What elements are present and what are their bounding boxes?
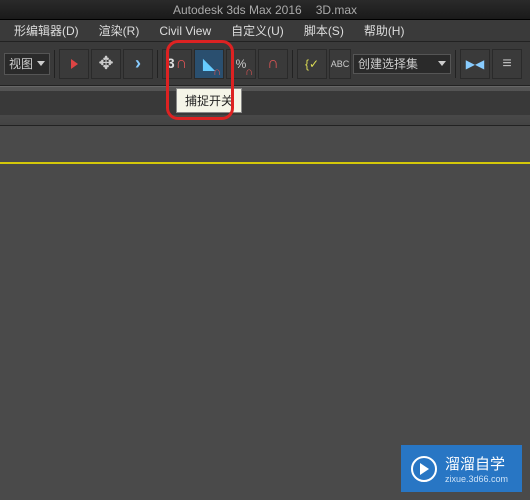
move-icon: ✥: [98, 53, 113, 74]
view-dropdown-label: 视图: [9, 55, 33, 72]
separator: [157, 50, 158, 78]
spinner-snap-button[interactable]: ∩: [258, 49, 288, 79]
key-arrow-icon: ›: [135, 53, 141, 74]
watermark: 溜溜自学 zixue.3d66.com: [401, 445, 522, 492]
snap-tooltip: 捕捉开关: [176, 88, 242, 113]
play-icon: [411, 456, 437, 482]
viewport[interactable]: [0, 164, 530, 484]
magnet-icon: ∩: [176, 55, 188, 73]
magnet-icon: ∩: [245, 66, 253, 78]
view-dropdown[interactable]: 视图: [4, 53, 50, 75]
separator: [455, 50, 456, 78]
main-toolbar: 视图 ✥ › 3 ∩ ◣ ∩ % ∩ ∩ {✓ ABC 创建选择集 ▶◀: [0, 42, 530, 86]
separator: [292, 50, 293, 78]
menu-bar: 形编辑器(D) 渲染(R) Civil View 自定义(U) 脚本(S) 帮助…: [0, 20, 530, 42]
menu-script[interactable]: 脚本(S): [294, 20, 354, 41]
menu-render[interactable]: 渲染(R): [89, 20, 150, 41]
chevron-down-icon: [37, 61, 45, 66]
keyframe-toggle-button[interactable]: [59, 49, 89, 79]
menu-civil-view[interactable]: Civil View: [149, 22, 221, 40]
menu-help[interactable]: 帮助(H): [354, 20, 415, 41]
tooltip-text: 捕捉开关: [185, 94, 233, 108]
menu-customize[interactable]: 自定义(U): [221, 20, 294, 41]
menu-editor[interactable]: 形编辑器(D): [4, 20, 89, 41]
title-bar: Autodesk 3ds Max 2016 3D.max: [0, 0, 530, 20]
app-name: Autodesk 3ds Max 2016: [173, 3, 302, 17]
snap-toggle-button[interactable]: 3 ∩: [162, 49, 192, 79]
align-button[interactable]: ≡: [492, 49, 522, 79]
set-key-button[interactable]: ›: [123, 49, 153, 79]
watermark-brand: 溜溜自学: [445, 453, 508, 474]
selection-filter-button[interactable]: {✓: [297, 49, 327, 79]
named-selection-button[interactable]: ABC: [329, 49, 351, 79]
magnet-icon: ∩: [213, 66, 221, 78]
abc-label: ABC: [331, 59, 350, 69]
filter-icon: {✓: [305, 57, 319, 71]
angle-snap-button[interactable]: ◣ ∩: [194, 49, 224, 79]
magnet-icon: ∩: [267, 55, 279, 73]
chevron-down-icon: [438, 61, 446, 66]
selection-set-dropdown[interactable]: 创建选择集: [353, 54, 451, 74]
play-triangle-icon: [420, 463, 429, 475]
percent-snap-button[interactable]: % ∩: [226, 49, 256, 79]
ribbon-panel: [0, 86, 530, 126]
ribbon-strip: [0, 91, 530, 115]
flag-icon: [71, 59, 78, 69]
selection-set-label: 创建选择集: [358, 55, 418, 72]
watermark-url: zixue.3d66.com: [445, 474, 508, 484]
align-icon: ≡: [502, 55, 511, 73]
mirror-icon: ▶◀: [466, 57, 484, 71]
move-tool-button[interactable]: ✥: [91, 49, 121, 79]
snap-number-label: 3: [167, 55, 175, 71]
file-name: 3D.max: [316, 3, 357, 17]
separator: [54, 50, 55, 78]
mirror-button[interactable]: ▶◀: [460, 49, 490, 79]
